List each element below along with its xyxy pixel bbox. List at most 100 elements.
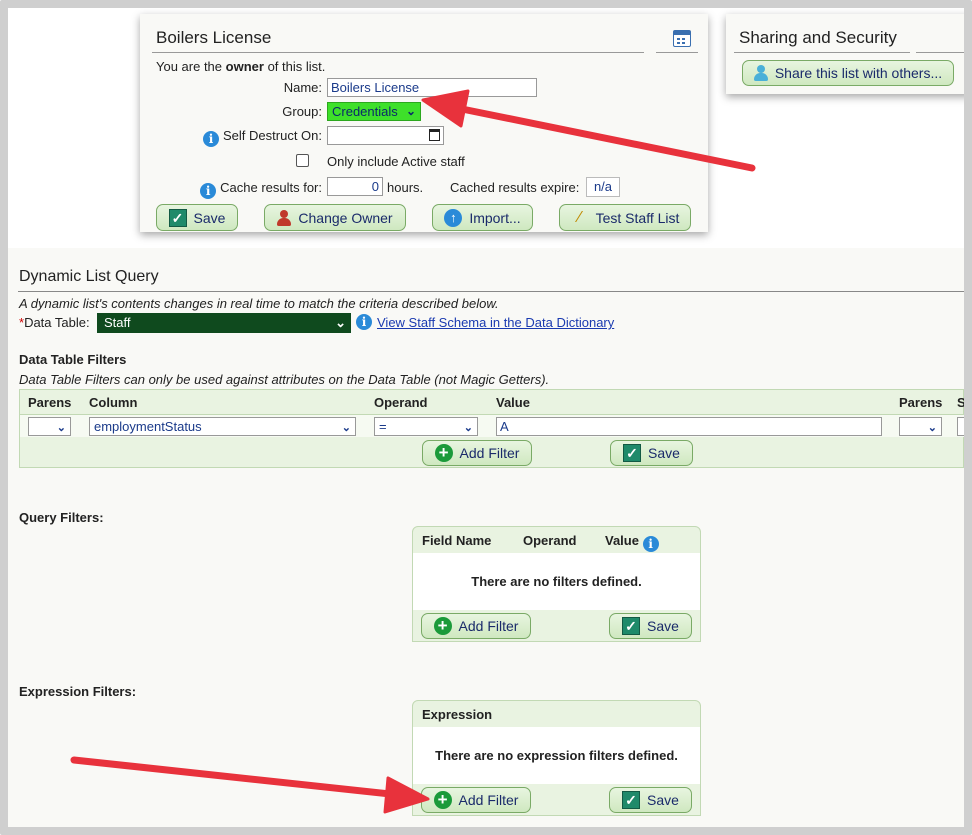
plus-icon: + — [434, 444, 453, 462]
chevron-down-icon: ⌄ — [341, 422, 351, 434]
import-label: Import... — [469, 209, 521, 226]
person-icon — [753, 65, 768, 81]
save-button[interactable]: ✓ Save — [156, 204, 238, 231]
column-select[interactable]: employmentStatus ⌄ — [89, 417, 356, 436]
schema-link[interactable]: View Staff Schema in the Data Dictionary — [377, 315, 614, 330]
chevron-down-icon: ⌄ — [335, 315, 346, 330]
screenshot-frame: Boilers License You are the owner of thi… — [0, 0, 972, 835]
sharing-title-rule — [734, 52, 910, 53]
license-panel: Boilers License You are the owner of thi… — [140, 14, 708, 232]
save-label: Save — [647, 792, 679, 808]
chevron-down-icon: ⌄ — [463, 422, 473, 434]
info-icon[interactable]: i — [356, 314, 372, 330]
query-title: Dynamic List Query — [19, 268, 159, 285]
magic-wand-icon: ⁄ — [578, 208, 581, 226]
query-description: A dynamic list's contents changes in rea… — [19, 296, 499, 311]
save-label: Save — [648, 445, 680, 461]
column-header: Parens — [28, 395, 72, 410]
save-button[interactable]: ✓ Save — [609, 613, 692, 639]
data-table-label-wrap: *Data Table: — [19, 315, 90, 330]
owner-bold: owner — [225, 59, 264, 74]
data-table-value: Staff — [104, 315, 131, 330]
owner-suffix: of this list. — [267, 59, 326, 74]
cache-label-wrap: i Cache results for: — [200, 180, 322, 199]
query-filters-heading: Query Filters: — [19, 510, 104, 525]
test-staff-list-button[interactable]: ⁄ Test Staff List — [559, 204, 691, 231]
table-row: ⌄ employmentStatus ⌄ = ⌄ A ⌄ — [20, 415, 964, 437]
cache-label: Cache results for: — [220, 180, 322, 195]
data-table-filters-heading: Data Table Filters — [19, 352, 127, 367]
calendar-rule — [656, 52, 698, 53]
owner-statement: You are the owner of this list. — [156, 59, 325, 74]
cache-expire-label: Cached results expire: — [450, 180, 580, 195]
date-picker-icon — [429, 129, 440, 141]
share-list-button[interactable]: Share this list with others... — [742, 60, 954, 86]
empty-message: There are no expression filters defined. — [435, 748, 678, 763]
add-filter-label: Add Filter — [459, 445, 520, 461]
sharing-panel: Sharing and Security Share this list wit… — [726, 14, 964, 94]
expression-filters-heading: Expression Filters: — [19, 684, 137, 699]
empty-state: There are no expression filters defined. — [413, 727, 700, 784]
data-table-label: Data Table: — [24, 315, 90, 330]
person-icon — [277, 209, 292, 226]
parens-open-select[interactable]: ⌄ — [28, 417, 71, 436]
cache-expire-value: n/a — [586, 177, 620, 197]
import-button[interactable]: ↑ Import... — [432, 204, 533, 231]
name-input[interactable]: Boilers License — [327, 78, 537, 97]
column-header: S — [957, 395, 966, 410]
calendar-icon[interactable] — [673, 30, 691, 47]
data-table-filters-note: Data Table Filters can only be used agai… — [19, 372, 550, 387]
column-header: Value i — [605, 533, 659, 552]
info-icon[interactable]: i — [203, 131, 220, 147]
self-destruct-date-input[interactable] — [327, 126, 444, 145]
annotation-arrow-bottom — [70, 756, 394, 798]
share-label: Share this list with others... — [774, 65, 943, 81]
value-input[interactable]: A — [496, 417, 882, 436]
parens-close-select[interactable]: ⌄ — [899, 417, 942, 436]
operand-value: = — [379, 419, 387, 434]
empty-message: There are no filters defined. — [471, 574, 642, 589]
checkmark-icon: ✓ — [623, 444, 642, 462]
license-title: Boilers License — [156, 28, 272, 47]
chevron-down-icon: ⌄ — [405, 104, 416, 118]
add-filter-button[interactable]: + Add Filter — [421, 613, 531, 639]
sharing-title: Sharing and Security — [739, 28, 897, 47]
active-staff-label: Only include Active staff — [327, 154, 465, 169]
group-value: Credentials — [332, 104, 398, 119]
data-table-select[interactable]: Staff ⌄ — [97, 313, 351, 333]
operand-select[interactable]: = ⌄ — [374, 417, 478, 436]
chevron-down-icon: ⌄ — [927, 422, 937, 434]
info-icon[interactable]: i — [642, 536, 659, 552]
cache-unit: hours. — [387, 180, 424, 195]
owner-prefix: You are the — [156, 59, 223, 74]
add-filter-button[interactable]: + Add Filter — [422, 440, 532, 466]
group-select[interactable]: Credentials ⌄ — [327, 102, 421, 121]
license-title-rule — [152, 52, 644, 53]
test-label: Test Staff List — [595, 209, 680, 226]
expression-filters-grid: Expression There are no expression filte… — [412, 700, 701, 816]
query-title-rule — [18, 291, 964, 292]
add-filter-label: Add Filter — [458, 618, 519, 634]
save-button[interactable]: ✓ Save — [610, 440, 693, 466]
plus-icon: + — [433, 791, 452, 809]
column-header: Expression — [422, 707, 493, 722]
column-value: employmentStatus — [94, 419, 202, 434]
s-select[interactable] — [957, 417, 964, 436]
column-header: Value — [496, 395, 530, 410]
column-header: Operand — [523, 533, 577, 548]
add-filter-button[interactable]: + Add Filter — [421, 787, 531, 813]
change-owner-button[interactable]: Change Owner — [264, 204, 406, 231]
checkmark-icon: ✓ — [622, 791, 641, 809]
column-header: Field Name — [422, 533, 492, 548]
value-header-label: Value — [605, 533, 639, 548]
self-destruct-label-wrap: i Self Destruct On: — [203, 128, 322, 147]
add-filter-label: Add Filter — [458, 792, 519, 808]
empty-state: There are no filters defined. — [413, 553, 700, 610]
checkmark-icon: ✓ — [622, 617, 641, 635]
query-filters-grid: Field Name Operand Value i There are no … — [412, 526, 701, 642]
save-button[interactable]: ✓ Save — [609, 787, 692, 813]
info-icon[interactable]: i — [200, 183, 217, 199]
cache-hours-input[interactable]: 0 — [327, 177, 383, 196]
column-header: Parens — [899, 395, 943, 410]
active-staff-checkbox[interactable] — [296, 154, 309, 167]
